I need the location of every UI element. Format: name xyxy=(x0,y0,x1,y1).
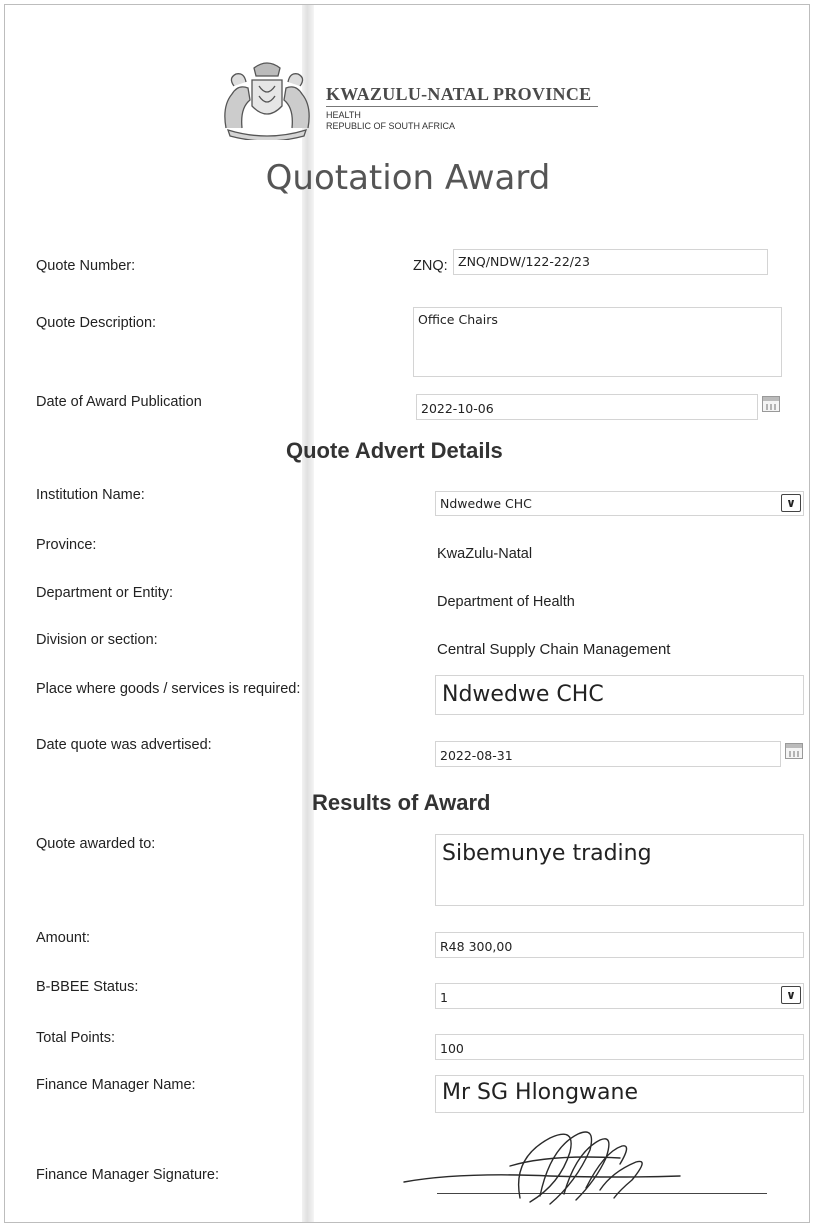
coat-of-arms-icon xyxy=(224,62,310,140)
institution-name-select[interactable]: Ndwedwe CHC ∨ xyxy=(435,491,804,516)
department-name: HEALTH xyxy=(326,110,361,120)
service-place-label: Place where goods / services is required… xyxy=(36,681,301,697)
division-section-label: Division or section: xyxy=(36,632,158,648)
finance-manager-signature-label: Finance Manager Signature: xyxy=(36,1167,219,1183)
finance-manager-name-label: Finance Manager Name: xyxy=(36,1077,196,1093)
amount-field[interactable]: R48 300,00 xyxy=(435,932,804,958)
province-value: KwaZulu-Natal xyxy=(437,546,533,562)
quote-number-prefix: ZNQ: xyxy=(413,258,448,274)
bbbee-status-label: B-BBEE Status: xyxy=(36,979,139,995)
division-section-value: Central Supply Chain Management xyxy=(437,641,671,658)
finance-manager-name-field[interactable]: Mr SG Hlongwane xyxy=(435,1075,804,1113)
quote-description-label: Quote Description: xyxy=(36,315,157,331)
advertised-date-field[interactable]: 2022-08-31 xyxy=(435,741,781,767)
header-rule xyxy=(326,106,598,107)
results-heading: Results of Award xyxy=(312,790,491,815)
page-title: Quotation Award xyxy=(265,158,551,198)
awarded-to-label: Quote awarded to: xyxy=(36,836,156,852)
country-name: REPUBLIC OF SOUTH AFRICA xyxy=(326,121,456,131)
bbbee-status-select[interactable]: 1 ∨ xyxy=(435,983,804,1009)
chevron-down-icon[interactable]: ∨ xyxy=(781,986,801,1004)
institution-name-label: Institution Name: xyxy=(36,487,145,503)
quote-description-field[interactable]: Office Chairs xyxy=(413,307,782,377)
calendar-icon[interactable] xyxy=(785,743,803,759)
quote-number-field[interactable]: ZNQ/NDW/122-22/23 xyxy=(453,249,768,275)
awarded-to-field[interactable]: Sibemunye trading xyxy=(435,834,804,906)
service-place-field[interactable]: Ndwedwe CHC xyxy=(435,675,804,715)
department-entity-label: Department or Entity: xyxy=(36,585,173,601)
amount-label: Amount: xyxy=(36,930,90,946)
calendar-icon[interactable] xyxy=(762,396,780,412)
total-points-label: Total Points: xyxy=(36,1030,115,1046)
award-publication-date-label: Date of Award Publication xyxy=(36,394,202,410)
institution-name-value: Ndwedwe CHC xyxy=(440,496,532,511)
quote-number-label: Quote Number: xyxy=(36,258,136,274)
bbbee-status-value: 1 xyxy=(440,990,448,1005)
chevron-down-icon[interactable]: ∨ xyxy=(781,494,801,512)
handwritten-signature xyxy=(403,1131,681,1205)
total-points-field[interactable]: 100 xyxy=(435,1034,804,1060)
advertised-date-label: Date quote was advertised: xyxy=(36,737,212,753)
award-publication-date-field[interactable]: 2022-10-06 xyxy=(416,394,758,420)
department-entity-value: Department of Health xyxy=(437,594,575,610)
province-label: Province: xyxy=(36,537,97,553)
province-name: KWAZULU-NATAL PROVINCE xyxy=(326,84,592,104)
advert-details-heading: Quote Advert Details xyxy=(286,438,503,463)
